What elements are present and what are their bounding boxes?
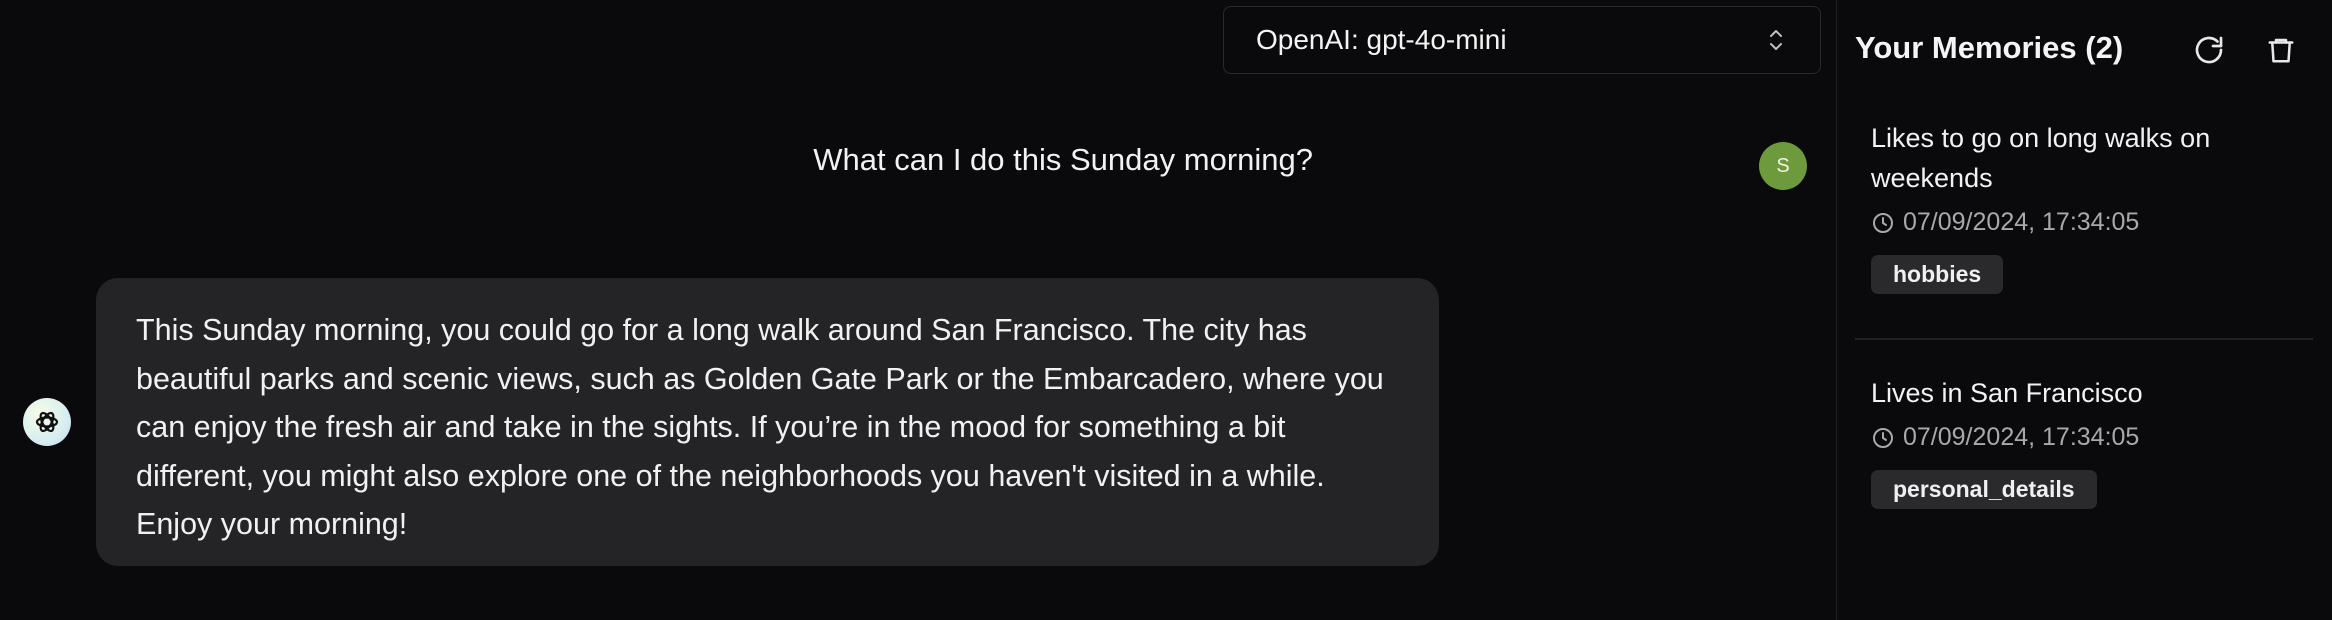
assistant-avatar [23,398,71,446]
clock-icon [1873,212,1893,233]
memory-timestamp: 07/09/2024, 17:34:05 [1871,208,2311,237]
refresh-button[interactable] [2189,30,2229,70]
chevron-up-down-icon [1764,25,1788,55]
memory-item: Lives in San Francisco 07/09/2024, 17:34… [1871,373,2311,509]
trash-icon [2268,38,2294,63]
delete-all-button[interactable] [2261,30,2301,70]
memory-item: Likes to go on long walks on weekends 07… [1871,118,2311,294]
openai-logo-icon [35,411,59,433]
user-avatar: S [1759,142,1807,190]
memories-title: Your Memories (2) [1855,30,2124,65]
memories-sidebar: Your Memories (2) Likes to go on long wa… [1836,0,2332,620]
app-window: OpenAI: gpt-4o-mini What can I do this S… [0,0,2332,620]
refresh-icon [2195,36,2223,64]
memory-content: Lives in San Francisco [1871,378,2143,408]
memory-tag: hobbies [1871,255,2004,294]
memory-divider [1855,338,2313,340]
assistant-message-text: This Sunday morning, you could go for a … [136,313,1384,541]
memory-timestamp: 07/09/2024, 17:34:05 [1871,423,2311,452]
memory-content: Likes to go on long walks on weekends [1871,123,2211,193]
clock-icon [1873,427,1893,448]
memory-tag: personal_details [1871,470,2097,509]
model-select[interactable]: OpenAI: gpt-4o-mini [1223,6,1821,74]
chat-panel: OpenAI: gpt-4o-mini What can I do this S… [0,0,1836,620]
memory-timestamp-text: 07/09/2024, 17:34:05 [1903,423,2140,451]
model-select-value: OpenAI: gpt-4o-mini [1256,24,1507,55]
user-message: What can I do this Sunday morning? [813,142,1313,177]
assistant-message-bubble: This Sunday morning, you could go for a … [96,278,1439,566]
memory-timestamp-text: 07/09/2024, 17:34:05 [1903,208,2140,236]
